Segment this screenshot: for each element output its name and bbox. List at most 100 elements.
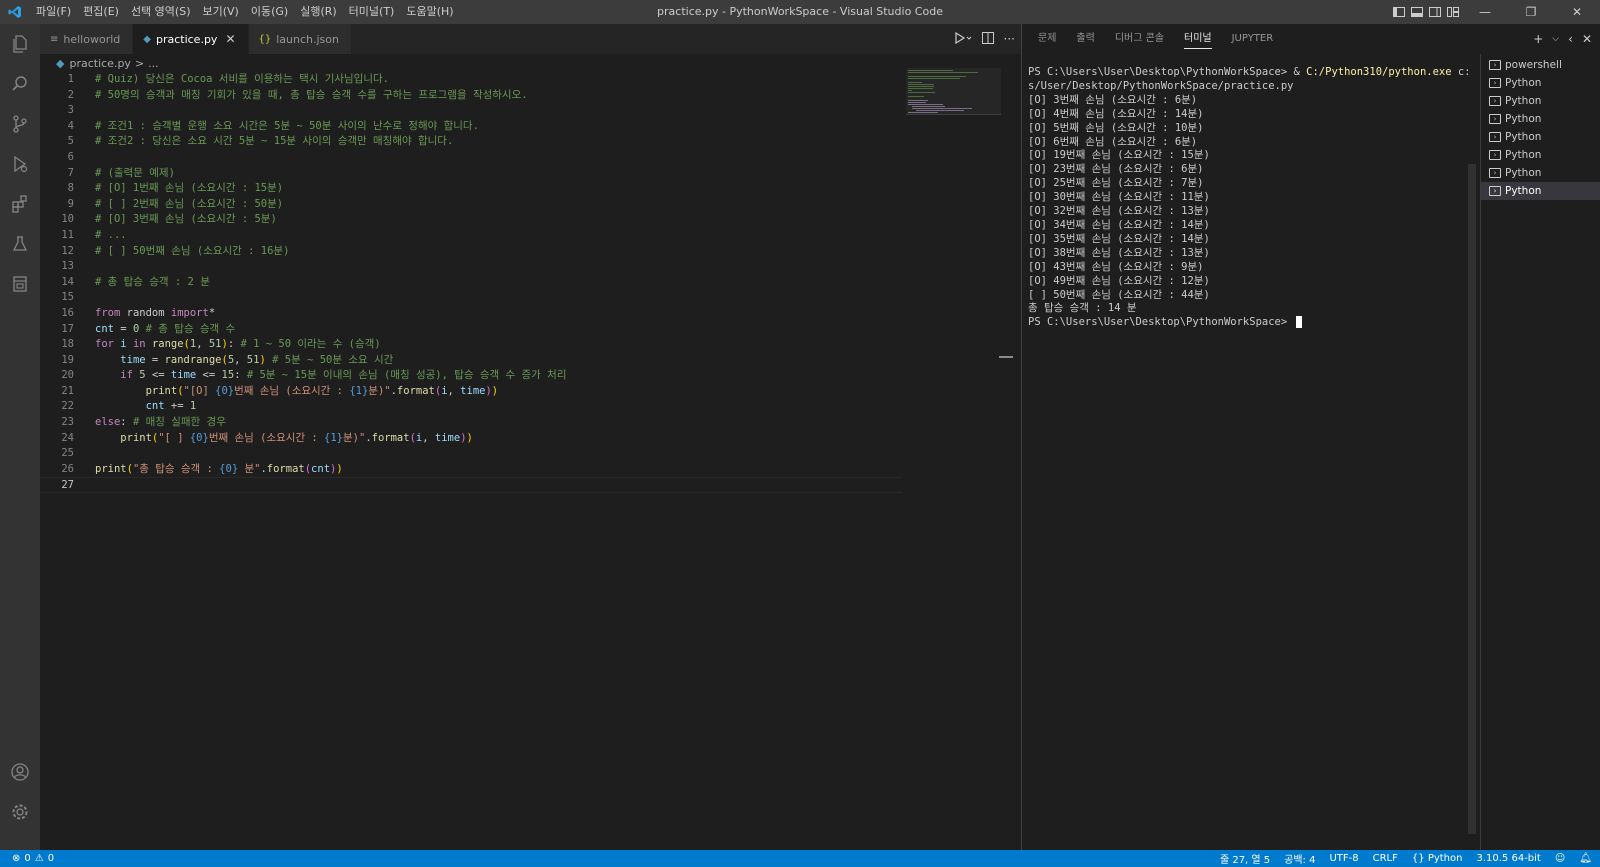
- explorer-icon[interactable]: [0, 24, 40, 64]
- terminal-line: [O] 5번째 손님 (소요시간 : 10분): [1028, 121, 1204, 134]
- menu-help[interactable]: 도움말(H): [400, 0, 459, 24]
- line-number: 12: [61, 244, 74, 257]
- line-number: 16: [61, 306, 74, 319]
- terminal-line: [O] 38번째 손님 (소요시간 : 13분): [1028, 246, 1210, 259]
- tab-jupyter[interactable]: JUPYTER: [1222, 24, 1284, 54]
- close-button[interactable]: ✕: [1554, 0, 1600, 24]
- terminal-scrollbar[interactable]: [1468, 164, 1476, 834]
- tab-output[interactable]: 출력: [1066, 24, 1104, 54]
- line-number: 27: [61, 479, 74, 492]
- tab-terminal[interactable]: 터미널: [1174, 24, 1222, 54]
- line-number: 15: [61, 291, 74, 304]
- editor-tabs: ≡ helloworld ◆ practice.py ✕ {} launch.j…: [40, 24, 1021, 54]
- warning-count: 0: [47, 853, 55, 864]
- line-number: 14: [61, 275, 74, 288]
- run-debug-icon[interactable]: [0, 144, 40, 184]
- restore-button[interactable]: ❐: [1508, 0, 1554, 24]
- problems-status[interactable]: ⊗ 0 ⚠ 0: [0, 853, 54, 864]
- minimize-button[interactable]: —: [1462, 0, 1508, 24]
- tab-debug-console[interactable]: 디버그 콘솔: [1105, 24, 1174, 54]
- chevron-down-icon[interactable]: ⌵: [1552, 34, 1559, 44]
- menu-edit[interactable]: 편집(E): [77, 0, 125, 24]
- testing-icon[interactable]: [0, 224, 40, 264]
- terminal-item-python[interactable]: › Python: [1481, 164, 1600, 182]
- toggle-secondary-sidebar-icon[interactable]: [1426, 0, 1444, 24]
- account-icon[interactable]: [0, 752, 40, 792]
- chevron-left-icon[interactable]: ‹: [1568, 32, 1573, 46]
- extensions-icon[interactable]: [0, 184, 40, 224]
- search-icon[interactable]: [0, 64, 40, 104]
- terminal-list: › powershell › Python › Python › Python › Pyt…: [1480, 54, 1600, 850]
- terminal-icon: ›: [1489, 132, 1501, 142]
- tab-practice-py[interactable]: ◆ practice.py ✕: [133, 24, 249, 54]
- close-panel-icon[interactable]: ✕: [1582, 32, 1592, 46]
- terminal-icon: ›: [1489, 96, 1501, 106]
- terminal-item-powershell[interactable]: › powershell: [1481, 56, 1600, 74]
- terminal-line: [O] 6번째 손님 (소요시간 : 6분): [1028, 135, 1198, 148]
- status-bar: ⊗ 0 ⚠ 0 줄 27, 열 5 공백: 4 UTF-8 CRLF {} Py…: [0, 850, 1600, 867]
- tab-launch-json[interactable]: {} launch.json: [248, 24, 352, 54]
- tab-helloworld[interactable]: ≡ helloworld: [40, 24, 134, 54]
- notifications-bell-icon[interactable]: 🔔︎: [1579, 853, 1592, 864]
- python-interpreter[interactable]: 3.10.5 64-bit: [1476, 853, 1540, 864]
- warning-icon: ⚠: [34, 853, 44, 864]
- line-number: 22: [61, 400, 74, 413]
- breadcrumb-file[interactable]: practice.py: [69, 57, 130, 70]
- terminal-item-python-active[interactable]: › Python: [1481, 182, 1600, 200]
- toggle-panel-icon[interactable]: [1408, 0, 1426, 24]
- terminal-line: [O] 23번째 손님 (소요시간 : 6분): [1028, 163, 1204, 176]
- line-number: 4: [67, 119, 74, 132]
- line-number: 11: [61, 228, 74, 241]
- new-terminal-icon[interactable]: +: [1533, 32, 1543, 46]
- terminal-line: [O] 35번째 손님 (소요시간 : 14분): [1028, 232, 1210, 245]
- breadcrumb-symbol[interactable]: ...: [148, 57, 159, 70]
- json-file-icon: {}: [258, 33, 272, 45]
- terminal-line: [O] 32번째 손님 (소요시간 : 13분): [1028, 205, 1210, 218]
- menu-terminal[interactable]: 터미널(T): [343, 0, 401, 24]
- terminal-cursor: [1295, 316, 1302, 329]
- feedback-icon[interactable]: ☺: [1555, 853, 1565, 864]
- terminal-output[interactable]: PS C:\Users\User\Desktop\PythonWorkSpace…: [1028, 66, 1468, 330]
- editor-group: ≡ helloworld ◆ practice.py ✕ {} launch.j…: [40, 24, 1021, 850]
- terminal-item-python[interactable]: › Python: [1481, 146, 1600, 164]
- close-icon[interactable]: ✕: [225, 32, 235, 46]
- menu-go[interactable]: 이동(G): [245, 0, 294, 24]
- language-mode[interactable]: {} Python: [1412, 853, 1463, 864]
- more-actions-icon[interactable]: ···: [1004, 32, 1015, 46]
- encoding[interactable]: UTF-8: [1329, 853, 1358, 864]
- terminal-prompt: PS C:\Users\User\Desktop\PythonWorkSpace…: [1028, 316, 1468, 330]
- line-number: 3: [67, 104, 74, 117]
- tab-problems[interactable]: 문제: [1028, 24, 1066, 54]
- run-python-file-icon[interactable]: [954, 31, 972, 47]
- line-number: 10: [61, 213, 74, 226]
- title-bar: 파일(F) 편집(E) 선택 영역(S) 보기(V) 이동(G) 실행(R) 터…: [0, 0, 1600, 24]
- terminal-item-python[interactable]: › Python: [1481, 74, 1600, 92]
- panel-tabs: 문제 출력 디버그 콘솔 터미널 JUPYTER: [1022, 24, 1600, 54]
- minimap[interactable]: [906, 68, 1001, 118]
- file-icon: ≡: [50, 33, 59, 45]
- cursor-position[interactable]: 줄 27, 열 5: [1220, 851, 1270, 866]
- line-ending[interactable]: CRLF: [1373, 853, 1398, 864]
- toggle-sidebar-icon[interactable]: [1390, 0, 1408, 24]
- line-number: 18: [61, 338, 74, 351]
- terminal-item-python[interactable]: › Python: [1481, 92, 1600, 110]
- line-number: 20: [61, 369, 74, 382]
- tab-label: practice.py: [155, 32, 218, 46]
- menu-run[interactable]: 실행(R): [294, 0, 342, 24]
- source-control-icon[interactable]: [0, 104, 40, 144]
- menu-file[interactable]: 파일(F): [30, 0, 77, 24]
- code-editor[interactable]: 1 # Quiz) 당신은 Cocoa 서비를 이용하는 택시 기사님입니다. 2…: [40, 72, 1021, 850]
- terminal-item-python[interactable]: › Python: [1481, 128, 1600, 146]
- manage-gear-icon[interactable]: [0, 792, 40, 832]
- customize-layout-icon[interactable]: [1444, 0, 1462, 24]
- terminal-icon: ›: [1489, 114, 1501, 124]
- terminal-line: PS C:\Users\User\Desktop\PythonWorkSpace…: [1028, 66, 1468, 78]
- indentation[interactable]: 공백: 4: [1284, 851, 1315, 866]
- editor-scrollbar[interactable]: [999, 72, 1013, 850]
- terminal-item-python[interactable]: › Python: [1481, 110, 1600, 128]
- python-file-icon: ◆: [56, 56, 65, 70]
- split-editor-icon[interactable]: [981, 31, 994, 47]
- menu-selection[interactable]: 선택 영역(S): [125, 0, 197, 24]
- notebook-icon[interactable]: [0, 264, 40, 304]
- menu-view[interactable]: 보기(V): [196, 0, 244, 24]
